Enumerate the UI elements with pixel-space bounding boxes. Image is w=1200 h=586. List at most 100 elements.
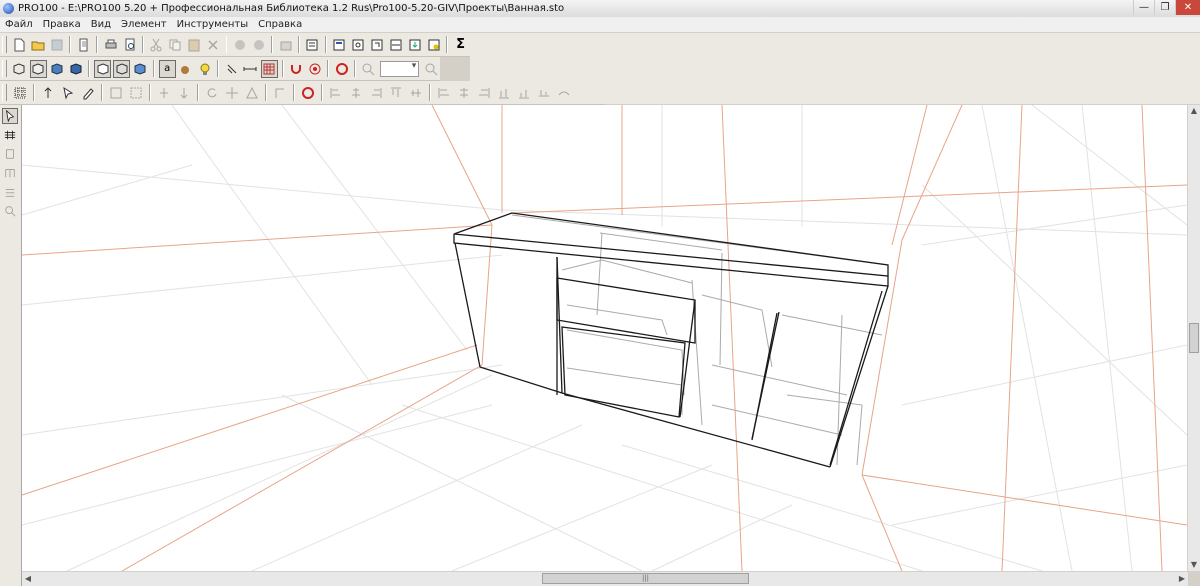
toolbar-grip[interactable]	[2, 84, 7, 101]
report-button[interactable]	[331, 36, 348, 54]
menu-edit[interactable]: Правка	[38, 19, 86, 30]
align-right-button[interactable]	[367, 84, 385, 102]
menu-element[interactable]: Элемент	[116, 19, 172, 30]
redo-button[interactable]	[250, 36, 267, 54]
cut-button[interactable]	[148, 36, 165, 54]
export-button[interactable]	[406, 36, 423, 54]
cabinet-tool-button[interactable]	[2, 165, 18, 181]
scroll-right-arrow-icon[interactable]: ▶	[1176, 572, 1188, 586]
open-file-button[interactable]	[30, 36, 47, 54]
lifebuoy-button[interactable]	[333, 60, 350, 78]
menu-file[interactable]: Файл	[0, 19, 38, 30]
minimize-button[interactable]: —	[1133, 0, 1154, 15]
horizontal-scrollbar[interactable]: ◀ ||| ▶	[22, 572, 1188, 586]
align-button-2[interactable]	[175, 84, 193, 102]
price-icon	[428, 39, 440, 50]
undo-button[interactable]	[231, 36, 248, 54]
section-tool-button[interactable]	[2, 127, 18, 143]
scroll-left-arrow-icon[interactable]: ◀	[22, 572, 34, 586]
distribute-button-1[interactable]	[435, 84, 453, 102]
copy-button[interactable]	[167, 36, 184, 54]
zoom-button[interactable]	[360, 60, 377, 78]
scroll-down-arrow-icon[interactable]: ▼	[1188, 559, 1200, 571]
profile-button[interactable]	[271, 84, 289, 102]
cut-list-button[interactable]	[369, 36, 386, 54]
rotate-button[interactable]	[203, 84, 221, 102]
outline-cube-icon	[97, 62, 109, 75]
dimensions-button[interactable]	[388, 36, 405, 54]
edges-mode-button[interactable]	[113, 59, 130, 78]
close-button[interactable]: ✕	[1175, 0, 1200, 15]
align-button-1[interactable]	[155, 84, 173, 102]
zoom-combo[interactable]	[379, 60, 420, 77]
scene-canvas[interactable]	[22, 105, 1187, 571]
ungroup-button[interactable]	[127, 84, 145, 102]
select-all-button[interactable]	[11, 84, 29, 102]
menu-view[interactable]: Вид	[86, 19, 116, 30]
panel-tool-button[interactable]	[2, 146, 18, 162]
maximize-button[interactable]: ❐	[1154, 0, 1175, 15]
align-hcenter-button[interactable]	[347, 84, 365, 102]
vertical-scrollbar[interactable]: ▲ ▼	[1188, 105, 1200, 571]
save-button[interactable]	[49, 36, 66, 54]
outline-mode-button[interactable]	[94, 59, 112, 78]
sum-button[interactable]: Σ	[452, 36, 469, 54]
print-button[interactable]	[102, 36, 119, 54]
parameters-button[interactable]	[304, 36, 321, 54]
move-up-button[interactable]	[39, 84, 57, 102]
select-tool-button[interactable]	[2, 108, 18, 124]
align-top-button[interactable]	[387, 84, 405, 102]
print-preview-button[interactable]	[121, 36, 138, 54]
measure-button[interactable]	[242, 60, 259, 78]
magnet-button[interactable]	[288, 60, 305, 78]
3d-viewport[interactable]	[22, 105, 1187, 571]
materials-button[interactable]	[178, 60, 195, 78]
solid-view-button[interactable]	[49, 60, 66, 78]
delete-button[interactable]	[205, 36, 222, 54]
show-text-button[interactable]: a	[158, 59, 176, 78]
toolbar-grip[interactable]	[2, 36, 7, 53]
paste-button[interactable]	[186, 36, 203, 54]
properties-button[interactable]	[75, 36, 92, 54]
target-button[interactable]	[307, 60, 324, 78]
distribute-button-3[interactable]	[475, 84, 493, 102]
transparent-view-button[interactable]	[29, 59, 47, 78]
move-button[interactable]	[223, 84, 241, 102]
toolbar-grip[interactable]	[2, 60, 7, 77]
zoom-tool-button[interactable]	[2, 203, 18, 219]
shaded-mode-button[interactable]	[132, 60, 149, 78]
distribute-button-4[interactable]	[495, 84, 513, 102]
distribute-button-2[interactable]	[455, 84, 473, 102]
wireframe-view-button[interactable]	[11, 60, 28, 78]
price-button[interactable]	[425, 36, 442, 54]
mirror-button[interactable]	[243, 84, 261, 102]
shelf-tool-button[interactable]	[2, 184, 18, 200]
toolbar-separator	[152, 60, 155, 77]
move-arrows-icon	[226, 86, 238, 99]
new-file-button[interactable]	[11, 36, 28, 54]
horizontal-scroll-thumb[interactable]: |||	[542, 573, 749, 584]
edit-button[interactable]	[79, 84, 97, 102]
menu-tools[interactable]: Инструменты	[172, 19, 254, 30]
menu-help[interactable]: Справка	[253, 19, 307, 30]
move-pointer-button[interactable]	[59, 84, 77, 102]
locate-button[interactable]	[299, 84, 317, 102]
snap-button[interactable]	[223, 60, 240, 78]
distribute-button-7[interactable]	[555, 84, 573, 102]
vertical-scroll-thumb[interactable]	[1189, 323, 1199, 353]
scroll-up-arrow-icon[interactable]: ▲	[1188, 105, 1200, 117]
align-left-button[interactable]	[327, 84, 345, 102]
textured-view-button[interactable]	[67, 60, 84, 78]
lights-button[interactable]	[196, 60, 213, 78]
open-folder-icon	[31, 41, 45, 50]
distribute-button-6[interactable]	[535, 84, 553, 102]
grid-button[interactable]	[260, 59, 278, 78]
distribute-button-5[interactable]	[515, 84, 533, 102]
materials-icon	[181, 65, 190, 74]
group-button[interactable]	[107, 84, 125, 102]
zoom-apply-button[interactable]	[422, 60, 439, 78]
toolbar-separator	[324, 36, 327, 53]
zoom-report-button[interactable]	[350, 36, 367, 54]
align-vcenter-button[interactable]	[407, 84, 425, 102]
library-button[interactable]	[277, 36, 294, 54]
